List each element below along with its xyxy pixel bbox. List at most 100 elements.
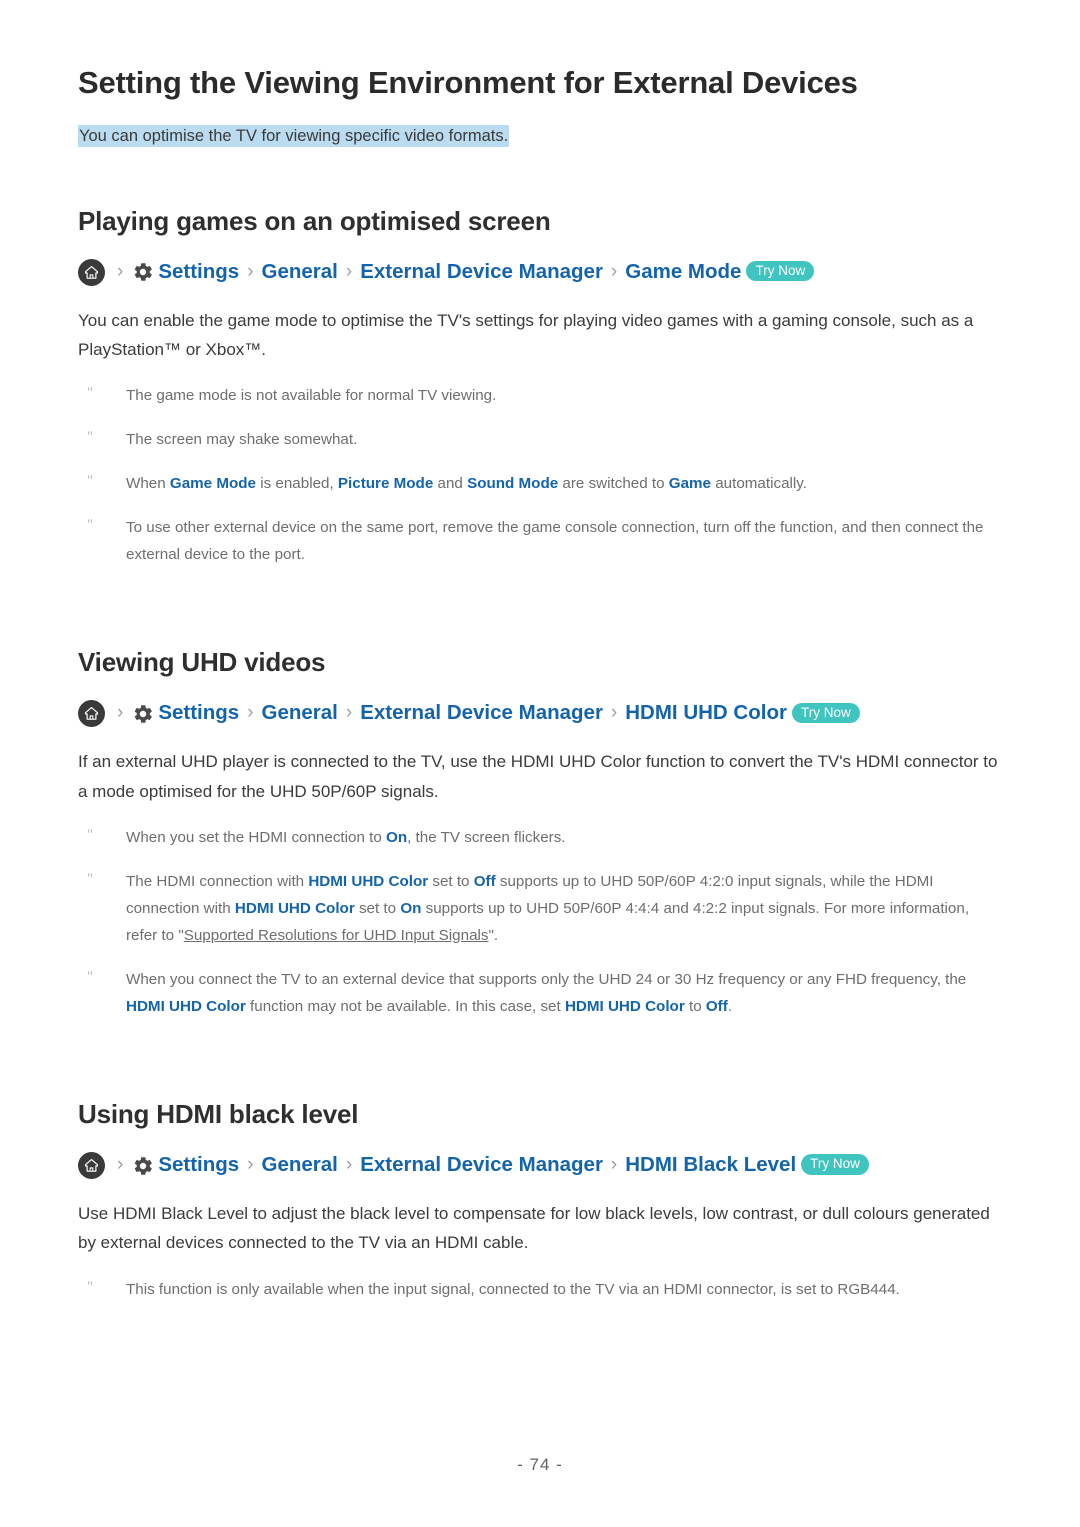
breadcrumb-item-target[interactable]: Game Mode	[625, 260, 741, 285]
note-keyword: Off	[705, 997, 728, 1015]
section-paragraph: Use HDMI Black Level to adjust the black…	[78, 1204, 990, 1253]
content-section: Viewing UHD videos › Settings › General › Exte…	[78, 647, 1002, 1099]
content-section: Playing games on an optimised screen › Set…	[78, 206, 1002, 648]
breadcrumb-separator: ›	[117, 1154, 124, 1176]
breadcrumb-item-external-device-manager[interactable]: External Device Manager	[360, 701, 603, 726]
note-item: " The HDMI connection with HDMI UHD Color…	[78, 868, 1002, 949]
note-text-run: The HDMI connection with	[126, 872, 309, 890]
note-keyword: Game	[668, 475, 711, 493]
breadcrumb-separator: ›	[610, 260, 618, 282]
note-item: " When you set the HDMI connection to On,…	[78, 824, 1002, 851]
breadcrumb: › Settings › General › External Device Manage…	[78, 1152, 1002, 1180]
note-text: The screen may shake somewhat.	[126, 426, 357, 453]
note-text-run: set to	[428, 872, 474, 890]
gear-icon[interactable]	[131, 260, 155, 284]
note-bullet-marker: "	[87, 870, 94, 887]
note-text-run: The game mode is not available for norma…	[126, 387, 497, 405]
breadcrumb-label-settings[interactable]: Settings	[158, 260, 239, 285]
breadcrumb-item-settings[interactable]: Settings	[131, 1153, 239, 1178]
breadcrumb-item-general[interactable]: General	[262, 701, 338, 726]
note-text: The game mode is not available for norma…	[126, 382, 496, 409]
breadcrumb-item-general[interactable]: General	[262, 1153, 338, 1178]
content-section: Using HDMI black level › Settings › General ›…	[78, 1099, 1002, 1366]
note-text-run: set to	[354, 899, 401, 917]
breadcrumb-separator: ›	[247, 1154, 254, 1176]
section-heading: Viewing UHD videos	[78, 647, 326, 678]
breadcrumb-separator: ›	[117, 702, 124, 724]
breadcrumb-item-external-device-manager[interactable]: External Device Manager	[360, 260, 603, 285]
note-text-run: When	[126, 475, 170, 493]
gear-icon[interactable]	[131, 702, 155, 726]
note-list: " This function is only available when th…	[78, 1276, 1002, 1303]
note-text-run: to	[684, 997, 706, 1015]
breadcrumb-item-target[interactable]: HDMI Black Level	[625, 1153, 796, 1178]
note-item: " When Game Mode is enabled, Picture Mode…	[78, 470, 1002, 497]
breadcrumb-item-settings[interactable]: Settings	[131, 260, 239, 285]
breadcrumb: › Settings › General › External Device Manage…	[78, 700, 1002, 728]
note-bullet-marker: "	[87, 385, 94, 402]
section-paragraph: If an external UHD player is connected t…	[78, 752, 998, 801]
note-text-run: , the TV screen flickers.	[407, 828, 566, 846]
breadcrumb-item-external-device-manager[interactable]: External Device Manager	[360, 1153, 603, 1178]
home-icon[interactable]	[78, 258, 105, 286]
breadcrumb-separator: ›	[247, 260, 254, 282]
note-bullet-marker: "	[87, 429, 94, 446]
breadcrumb: › Settings › General › External Device Manage…	[78, 258, 1002, 286]
note-keyword: Game Mode	[169, 475, 256, 493]
note-text: The HDMI connection with HDMI UHD Color …	[126, 868, 1002, 949]
note-text: When you set the HDMI connection to On, …	[126, 824, 566, 851]
note-text-run: When you set the HDMI connection to	[126, 828, 387, 846]
try-now-badge[interactable]: Try Now	[746, 260, 815, 282]
section-heading: Playing games on an optimised screen	[78, 205, 551, 236]
note-text-run: When you connect the TV to an external d…	[126, 970, 967, 988]
breadcrumb-item-target[interactable]: HDMI UHD Color	[625, 701, 787, 726]
note-keyword: HDMI UHD Color	[564, 997, 685, 1015]
home-icon[interactable]	[78, 700, 105, 728]
note-list: " When you set the HDMI connection to On,…	[78, 824, 1002, 1020]
breadcrumb-item-general[interactable]: General	[262, 260, 338, 285]
note-text: This function is only available when the…	[126, 1276, 900, 1303]
breadcrumb-separator: ›	[345, 260, 353, 282]
document-page: Setting the Viewing Environment for Exte…	[0, 0, 1080, 1527]
breadcrumb-item-settings[interactable]: Settings	[131, 701, 239, 726]
note-keyword: On	[400, 899, 422, 917]
note-item: " When you connect the TV to an external …	[78, 966, 1002, 1020]
note-text-run: This function is only available when the…	[126, 1280, 900, 1298]
breadcrumb-label-settings[interactable]: Settings	[158, 701, 239, 726]
breadcrumb-separator: ›	[247, 702, 254, 724]
note-text: To use other external device on the same…	[126, 514, 1002, 568]
note-bullet-marker: "	[87, 517, 94, 534]
breadcrumb-separator: ›	[117, 260, 124, 282]
note-keyword: Picture Mode	[337, 475, 434, 493]
note-bullet-marker: "	[87, 968, 94, 985]
home-icon[interactable]	[78, 1152, 105, 1180]
note-text: When you connect the TV to an external d…	[126, 966, 1002, 1020]
breadcrumb-separator: ›	[345, 1154, 353, 1176]
breadcrumb-label-settings[interactable]: Settings	[158, 1153, 239, 1178]
cross-reference-link[interactable]: Supported Resolutions for UHD Input Sign…	[184, 927, 489, 944]
note-text-run: is enabled,	[256, 475, 338, 493]
gear-icon[interactable]	[131, 1154, 155, 1178]
section-paragraph: You can enable the game mode to optimise…	[78, 310, 974, 359]
sections-container: Playing games on an optimised screen › Set…	[78, 206, 1002, 1366]
note-text-run: function may not be available. In this c…	[245, 997, 565, 1015]
note-keyword: Sound Mode	[467, 475, 559, 493]
note-item: " This function is only available when th…	[78, 1276, 1002, 1303]
try-now-badge[interactable]: Try Now	[791, 702, 860, 724]
note-text-run: automatically.	[711, 475, 807, 493]
note-bullet-marker: "	[87, 473, 94, 490]
note-keyword: HDMI UHD Color	[308, 872, 429, 890]
note-item: " The game mode is not available for norm…	[78, 382, 1002, 409]
note-item: " To use other external device on the sam…	[78, 514, 1002, 568]
breadcrumb-separator: ›	[610, 1154, 618, 1176]
intro-paragraph-wrapper: You can optimise the TV for viewing spec…	[78, 123, 1002, 149]
try-now-badge[interactable]: Try Now	[801, 1154, 869, 1175]
note-keyword: On	[386, 828, 408, 846]
note-keyword: HDMI UHD Color	[234, 899, 355, 917]
note-keyword: HDMI UHD Color	[126, 997, 246, 1015]
note-text-run: and	[433, 475, 468, 493]
breadcrumb-separator: ›	[345, 702, 353, 724]
